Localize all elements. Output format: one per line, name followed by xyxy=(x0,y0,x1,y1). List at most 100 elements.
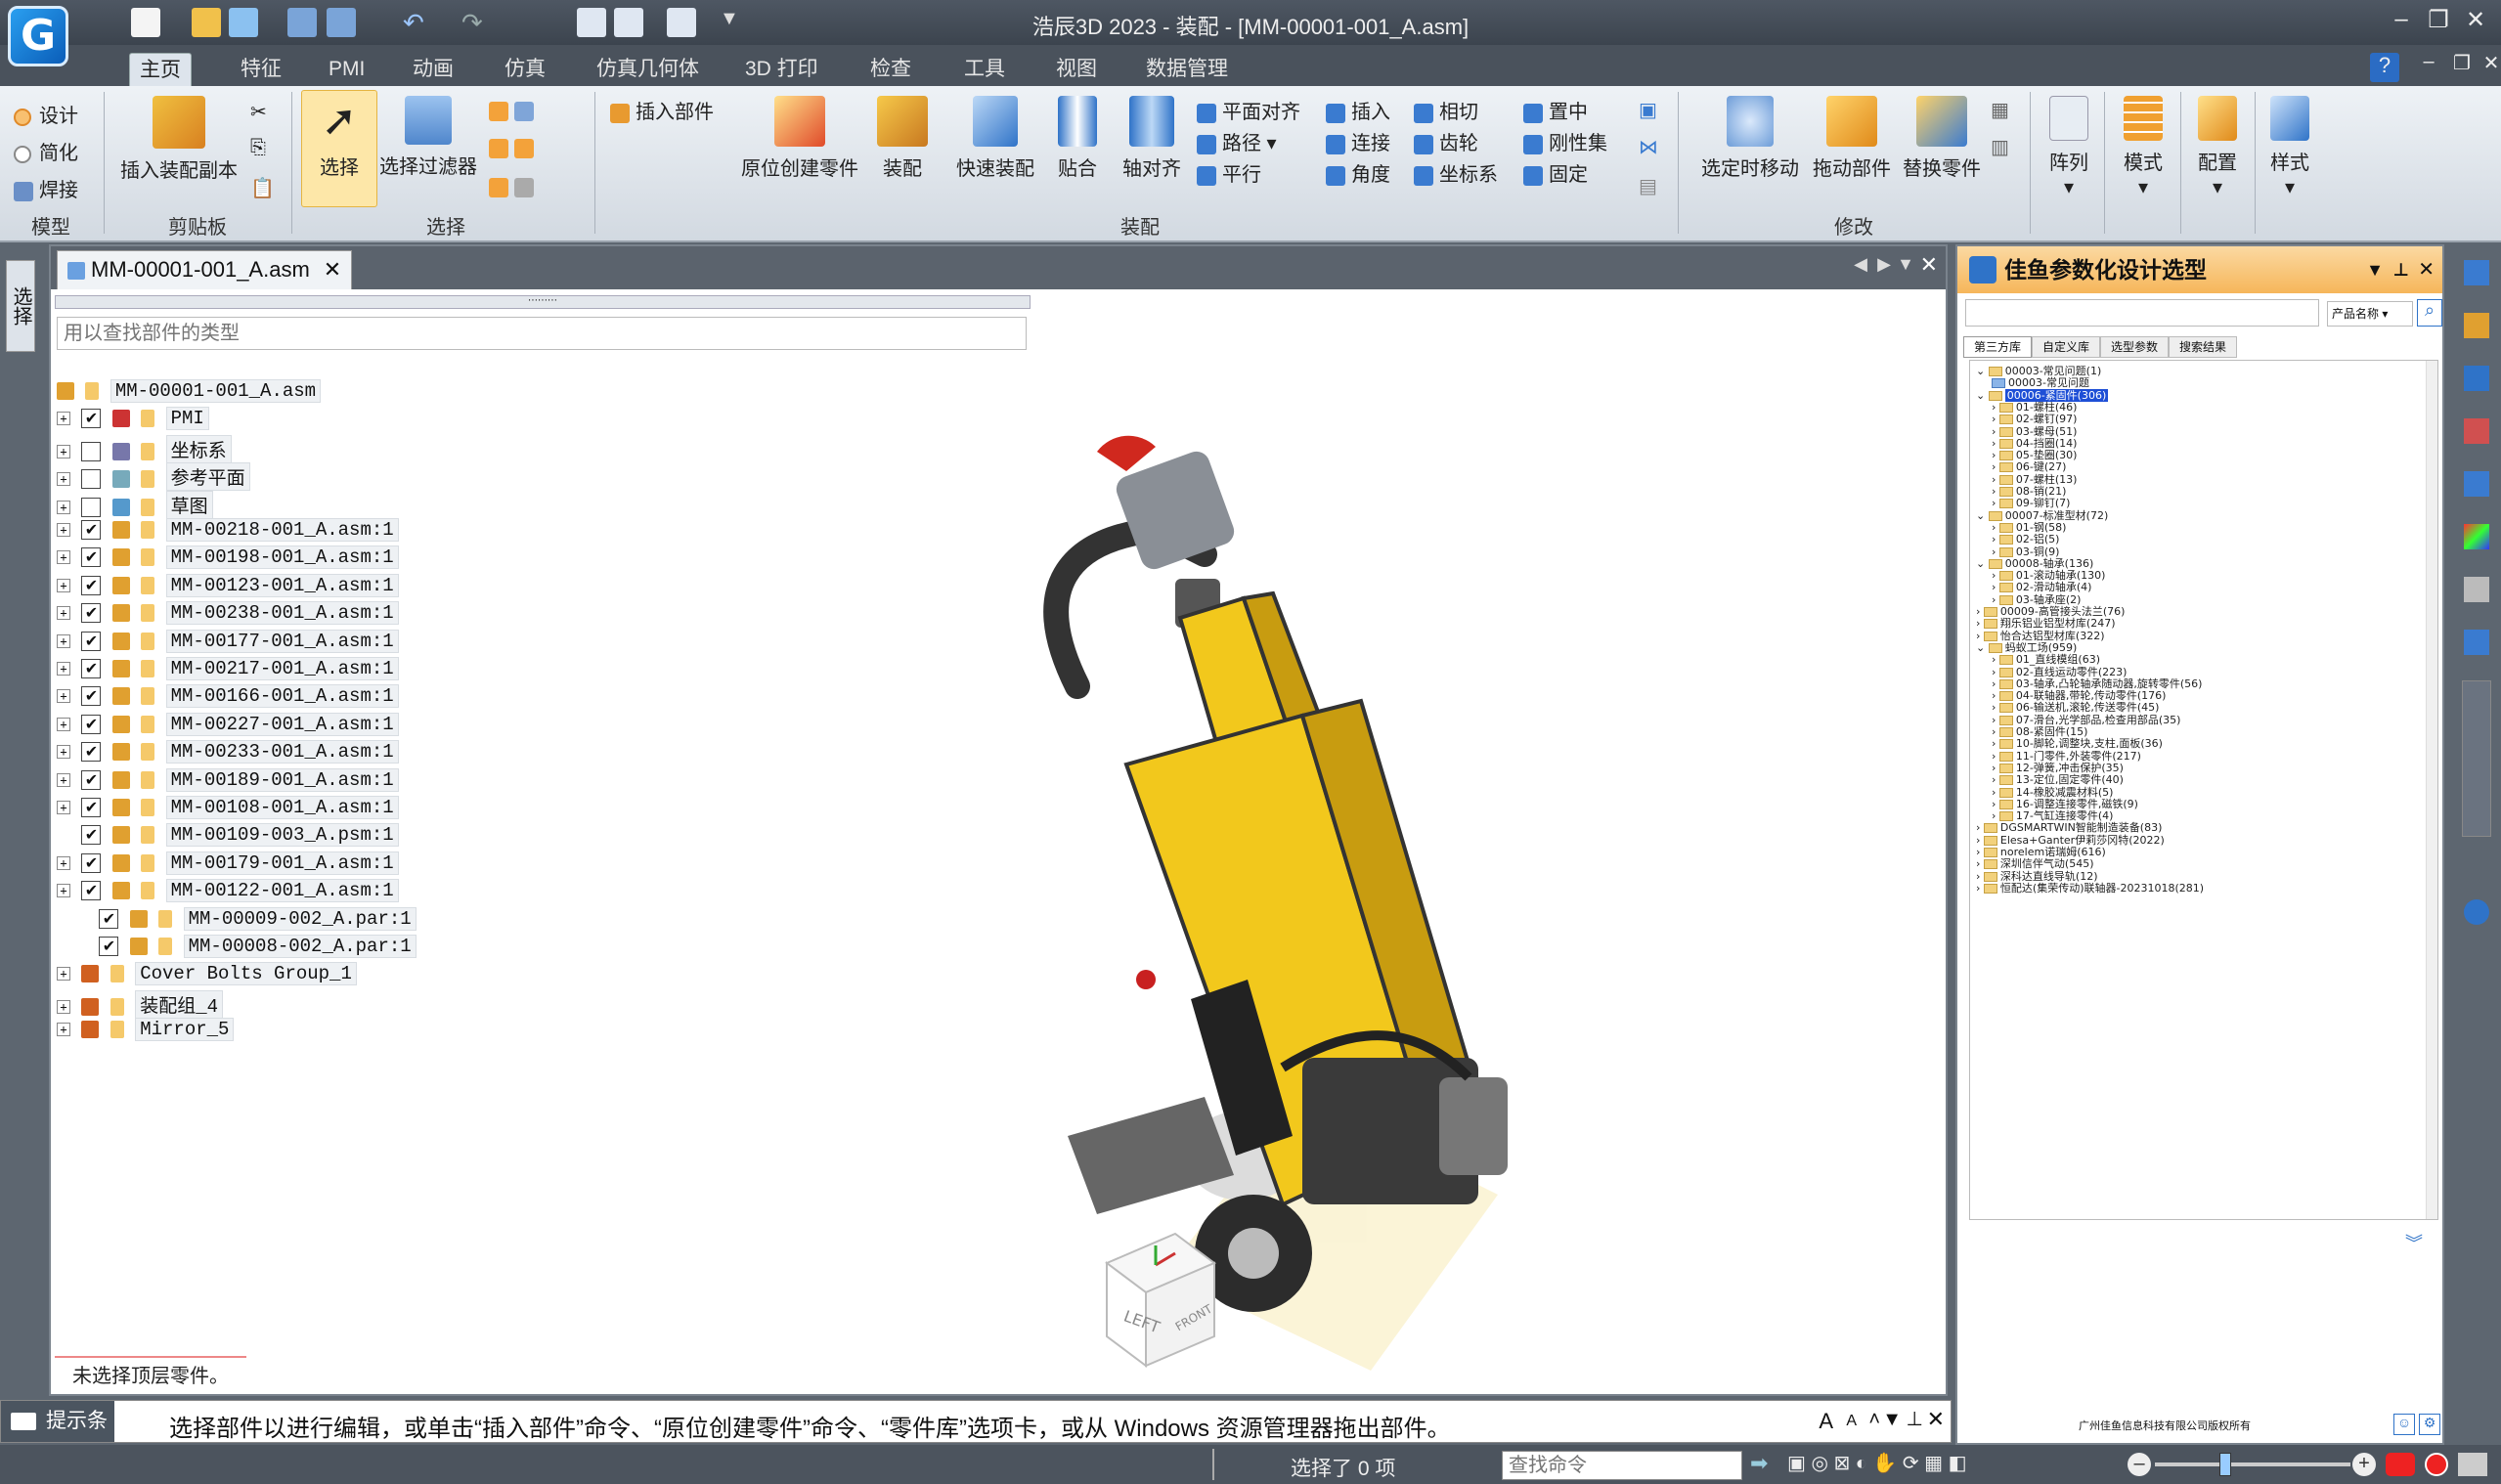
tree-node-label[interactable]: Mirror_5 xyxy=(135,1018,235,1042)
tab-feature[interactable]: 特征 xyxy=(231,53,291,86)
fixed-button[interactable]: 固定 xyxy=(1523,158,1588,187)
help-icon[interactable]: ? xyxy=(2370,53,2399,82)
user-icon[interactable]: ☺ xyxy=(2393,1414,2415,1435)
tree-node[interactable]: + ✔ MM-00227-001_A.asm:1 xyxy=(57,712,399,738)
move-on-select-button[interactable]: 选定时移动 xyxy=(1691,96,1809,181)
tree-node[interactable]: + ✔ MM-00238-001_A.asm:1 xyxy=(57,601,399,627)
expand-toggle-icon[interactable]: + xyxy=(57,550,70,565)
restore-icon[interactable]: ❐ xyxy=(2421,6,2456,34)
visibility-checkbox[interactable]: ✔ xyxy=(81,658,102,678)
visibility-checkbox[interactable]: ✔ xyxy=(99,908,119,929)
record-icon[interactable] xyxy=(2425,1453,2448,1476)
expand-toggle-icon[interactable]: + xyxy=(57,800,70,814)
expand-toggle-icon[interactable]: + xyxy=(57,717,70,731)
tree-node[interactable]: + ✔ MM-00189-001_A.asm:1 xyxy=(57,767,399,794)
tree-node-label[interactable]: 装配组_4 xyxy=(135,989,224,1019)
screen-icon[interactable] xyxy=(2458,1453,2487,1476)
tab-home[interactable]: 主页 xyxy=(129,53,192,86)
visibility-checkbox[interactable]: ✔ xyxy=(81,519,102,540)
tree-node[interactable]: + ✔ PMI xyxy=(57,407,209,432)
visibility-checkbox[interactable]: ✔ xyxy=(81,686,102,707)
zoom-slider-thumb[interactable] xyxy=(2219,1453,2231,1476)
app-logo[interactable]: G xyxy=(8,6,68,66)
expand-toggle-icon[interactable]: + xyxy=(57,472,70,487)
expand-toggle-icon[interactable]: + xyxy=(57,999,70,1014)
select-tool-3-icon[interactable] xyxy=(489,138,508,158)
tab-sim-geometry[interactable]: 仿真几何体 xyxy=(587,53,709,86)
minimize-icon[interactable]: – xyxy=(2384,6,2419,33)
config-button[interactable]: 配置 ▾ xyxy=(2186,96,2249,199)
tree-node[interactable]: ✔ MM-00109-003_A.psm:1 xyxy=(57,823,399,849)
insert-button[interactable]: 插入 xyxy=(1326,96,1390,124)
tree-node-label[interactable]: PMI xyxy=(165,407,209,431)
run-command-icon[interactable]: ➡ xyxy=(1750,1451,1768,1476)
expand-toggle-icon[interactable]: + xyxy=(57,500,70,514)
tree-node[interactable]: ✔ MM-00008-002_A.par:1 xyxy=(74,935,417,960)
scroll-up-icon[interactable]: ˄ xyxy=(1868,1409,1880,1431)
zoom-slider[interactable] xyxy=(2155,1462,2350,1466)
paste-icon[interactable]: 📋 xyxy=(250,176,275,200)
tab-close-icon[interactable]: ✕ xyxy=(324,257,341,282)
rigid-set-button[interactable]: 刚性集 xyxy=(1523,127,1607,155)
tree-node-label[interactable]: MM-00179-001_A.asm:1 xyxy=(165,851,399,875)
pane-splitter[interactable]: ⋯⋯⋯ xyxy=(55,295,1031,309)
tree-arrow-icon[interactable]: ⌄ xyxy=(1976,641,1989,654)
replace-part-button[interactable]: 替换零件 xyxy=(1897,96,1987,181)
expand-toggle-icon[interactable]: + xyxy=(57,412,70,426)
pattern-button[interactable]: 阵列 ▾ xyxy=(2040,96,2098,199)
modify-tool-1-icon[interactable]: ▦ xyxy=(1991,98,2009,122)
expand-toggle-icon[interactable]: + xyxy=(57,1023,70,1037)
tool-library-icon[interactable] xyxy=(2464,313,2489,338)
tab-list-icon[interactable]: ▼ xyxy=(1897,254,1914,275)
visibility-checkbox[interactable]: ✔ xyxy=(81,852,102,873)
copy-icon[interactable]: ⎘ xyxy=(250,137,266,159)
tree-node[interactable]: + 草图 xyxy=(57,490,213,519)
visibility-checkbox[interactable]: ✔ xyxy=(81,825,102,846)
visibility-checkbox[interactable]: ✔ xyxy=(81,797,102,817)
tangent-button[interactable]: 相切 xyxy=(1414,96,1478,124)
tab-third-party[interactable]: 第三方库 xyxy=(1963,336,2032,358)
tree-node-label[interactable]: MM-00177-001_A.asm:1 xyxy=(165,629,399,653)
tree-node-label[interactable]: MM-00109-003_A.psm:1 xyxy=(165,823,399,848)
drag-part-button[interactable]: 拖动部件 xyxy=(1807,96,1897,181)
tree-node-label[interactable]: MM-00189-001_A.asm:1 xyxy=(165,767,399,792)
tab-scroll-right-icon[interactable]: ▶ xyxy=(1877,254,1891,275)
expand-toggle-icon[interactable]: + xyxy=(57,745,70,760)
tree-arrow-icon[interactable]: ⌄ xyxy=(1976,509,1989,522)
search-field-select[interactable]: 产品名称 ▾ xyxy=(2327,301,2413,327)
angle-button[interactable]: 角度 xyxy=(1326,158,1390,187)
simplify-radio[interactable]: 简化 xyxy=(14,137,78,165)
expand-toggle-icon[interactable]: + xyxy=(57,661,70,676)
weld-button[interactable]: 焊接 xyxy=(14,174,78,202)
panel-menu-icon[interactable]: ▼ xyxy=(2366,246,2384,293)
side-tab-select[interactable]: 选择 xyxy=(6,260,35,352)
visibility-checkbox[interactable] xyxy=(81,497,102,517)
close-icon[interactable]: ✕ xyxy=(2458,6,2493,34)
view-cube[interactable]: LEFT FRONT xyxy=(1087,1224,1263,1371)
insert-assembly-copy-button[interactable]: 插入装配副本 xyxy=(115,96,242,183)
tree-node-label[interactable]: MM-00238-001_A.asm:1 xyxy=(165,601,399,626)
expand-toggle-icon[interactable]: + xyxy=(57,633,70,648)
zoom-in-icon[interactable]: + xyxy=(2352,1453,2376,1476)
tool-wrench-icon[interactable] xyxy=(2464,577,2489,602)
modify-tool-2-icon[interactable]: ▥ xyxy=(1991,135,2009,159)
visibility-checkbox[interactable]: ✔ xyxy=(81,881,102,901)
library-search-input[interactable] xyxy=(1965,299,2319,327)
tree-node[interactable]: MM-00001-001_A.asm xyxy=(57,379,322,405)
expand-toggle-icon[interactable]: + xyxy=(57,522,70,537)
tool-view-icon[interactable] xyxy=(2464,630,2489,655)
tree-node-label[interactable]: MM-00001-001_A.asm xyxy=(110,379,322,403)
mode-button[interactable]: 模式 ▾ xyxy=(2112,96,2174,199)
tool-vertical-tab[interactable] xyxy=(2462,680,2491,837)
relations-tool-2-icon[interactable]: ⋈ xyxy=(1639,135,1658,159)
tree-node-label[interactable]: MM-00227-001_A.asm:1 xyxy=(165,712,399,736)
tree-node[interactable]: + ✔ MM-00179-001_A.asm:1 xyxy=(57,851,399,877)
tree-node[interactable]: + ✔ MM-00177-001_A.asm:1 xyxy=(57,629,399,655)
library-search-icon[interactable]: ⌕ xyxy=(2417,299,2442,327)
expand-toggle-icon[interactable]: + xyxy=(57,689,70,704)
tree-node[interactable]: + ✔ MM-00233-001_A.asm:1 xyxy=(57,740,399,765)
tree-node-label[interactable]: MM-00198-001_A.asm:1 xyxy=(165,546,399,570)
doc-close-icon[interactable]: ✕ xyxy=(1920,252,1938,278)
expand-toggle-icon[interactable]: + xyxy=(57,444,70,458)
tree-node[interactable]: + ✔ MM-00166-001_A.asm:1 xyxy=(57,684,399,710)
